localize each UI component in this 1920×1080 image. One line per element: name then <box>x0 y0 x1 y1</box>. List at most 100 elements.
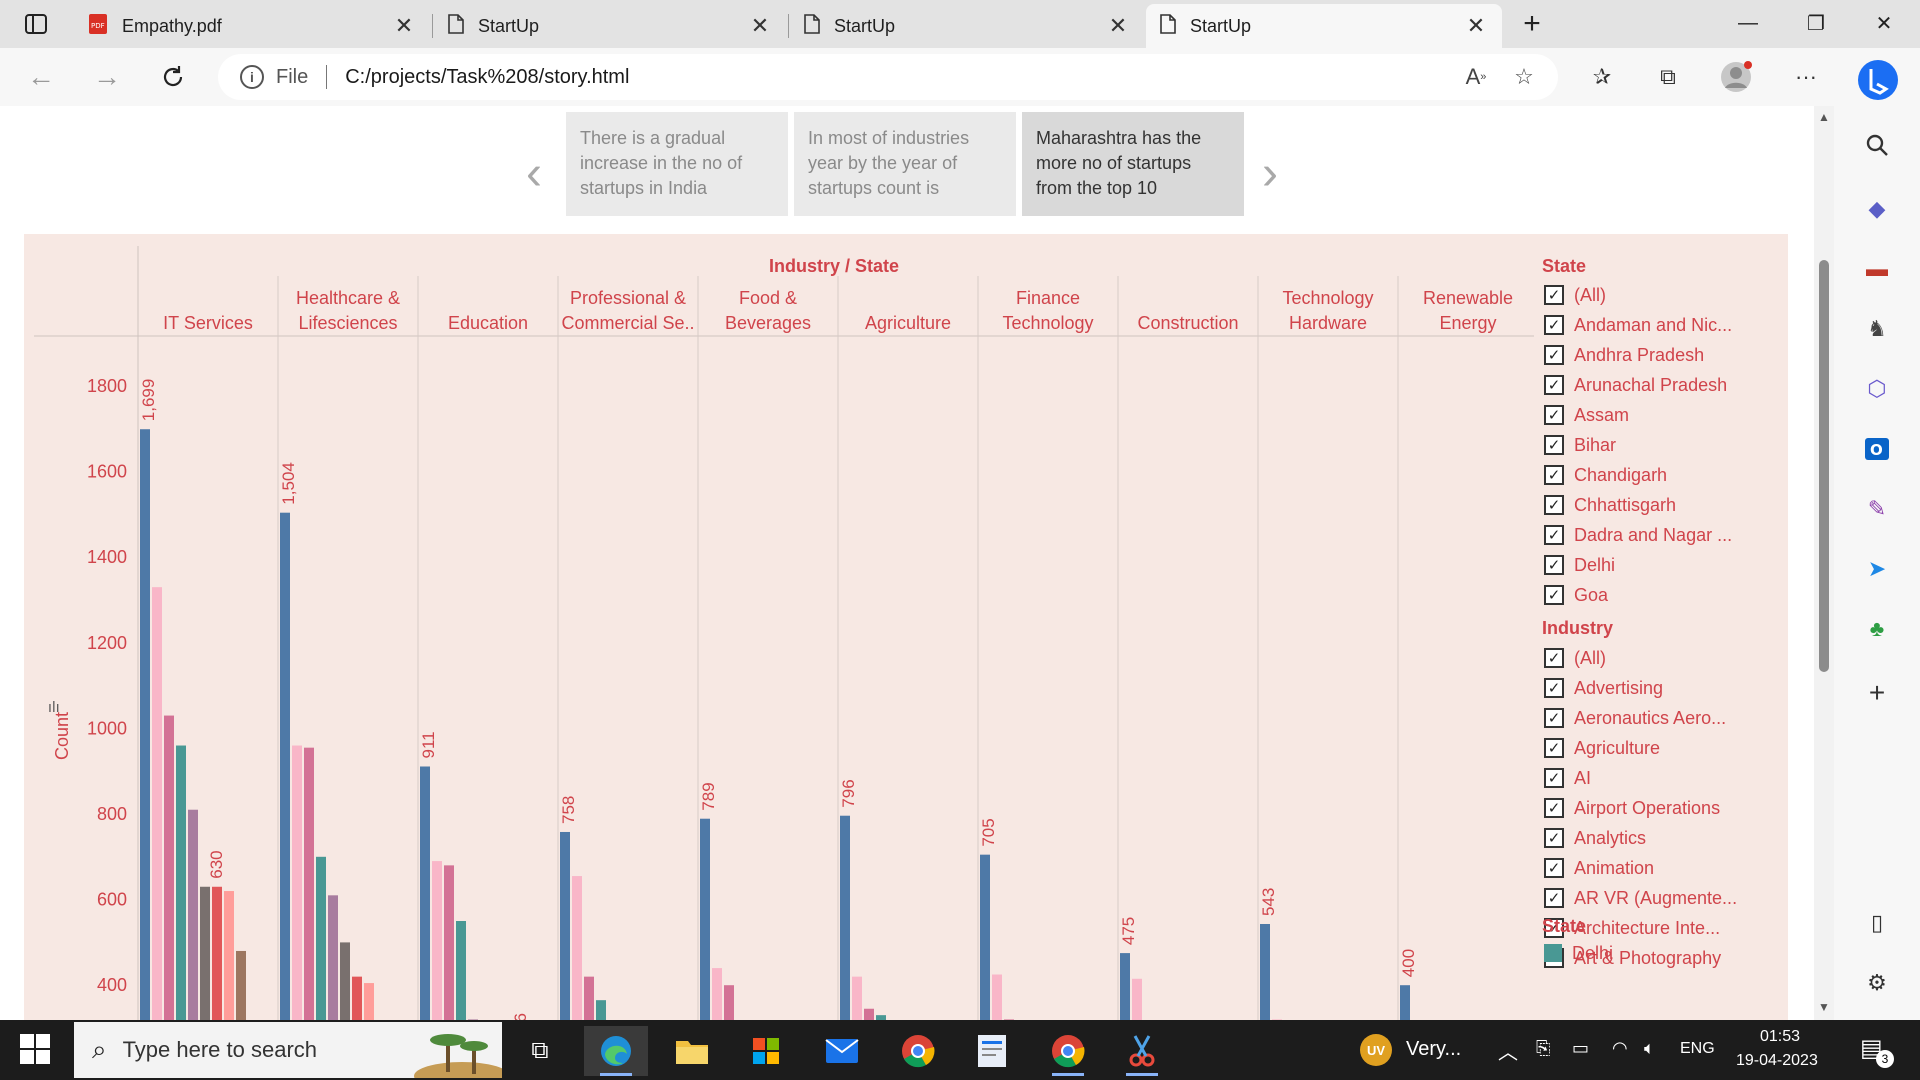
scroll-down-icon[interactable]: ▼ <box>1818 1000 1830 1014</box>
battery-icon[interactable]: ▭ <box>1572 1038 1589 1059</box>
story-point-3[interactable]: Maharashtra has the more no of startups … <box>1022 112 1244 216</box>
games-icon[interactable]: ♞ <box>1860 312 1894 346</box>
weather-avatar[interactable]: UV <box>1360 1034 1392 1066</box>
address-url[interactable]: C:/projects/Task%208/story.html <box>345 66 629 89</box>
tree-icon[interactable]: ♣ <box>1860 612 1894 646</box>
state-filter-item[interactable]: ✓ Andaman and Nic... <box>1544 310 1732 340</box>
checkbox-checked-icon[interactable]: ✓ <box>1544 678 1564 698</box>
back-button[interactable]: ← <box>20 56 62 98</box>
industry-filter-item[interactable]: ✓ Agriculture <box>1544 733 1660 763</box>
address-bar[interactable]: i File C:/projects/Task%208/story.html A… <box>218 54 1558 100</box>
checkbox-checked-icon[interactable]: ✓ <box>1544 375 1564 395</box>
checkbox-checked-icon[interactable]: ✓ <box>1544 648 1564 668</box>
page-scrollbar[interactable]: ▲ ▼ <box>1814 106 1834 1020</box>
state-filter-item[interactable]: ✓ Assam <box>1544 400 1629 430</box>
tab-startup-2[interactable]: StartUp ✕ <box>790 4 1144 48</box>
clock-time[interactable]: 01:53 <box>1760 1028 1800 1046</box>
snipping-tool-icon[interactable] <box>1110 1026 1174 1076</box>
collections-icon[interactable]: ⧉ <box>1646 56 1690 98</box>
add-sidebar-app-icon[interactable]: + <box>1860 676 1894 710</box>
story-next-icon[interactable]: › <box>1262 146 1278 201</box>
tray-chevron-icon[interactable]: ︿ <box>1498 1036 1518 1065</box>
story-point-1[interactable]: There is a gradual increase in the no of… <box>566 112 788 216</box>
state-filter-item[interactable]: ✓ Chandigarh <box>1544 460 1667 490</box>
chrome-profile-icon[interactable] <box>1036 1026 1100 1076</box>
state-filter-item[interactable]: ✓ Delhi <box>1544 550 1615 580</box>
language-indicator[interactable]: ENG <box>1680 1040 1715 1058</box>
industry-filter-item[interactable]: ✓ (All) <box>1544 643 1606 673</box>
checkbox-checked-icon[interactable]: ✓ <box>1544 525 1564 545</box>
checkbox-checked-icon[interactable]: ✓ <box>1544 768 1564 788</box>
checkbox-checked-icon[interactable]: ✓ <box>1544 828 1564 848</box>
close-icon[interactable]: ✕ <box>748 13 772 39</box>
scrollbar-thumb[interactable] <box>1819 260 1829 672</box>
outlook-icon[interactable]: O <box>1860 432 1894 466</box>
meet-now-icon[interactable]: ⎘ <box>1536 1038 1550 1059</box>
settings-gear-icon[interactable]: ⚙ <box>1860 966 1894 1000</box>
close-icon[interactable]: ✕ <box>1106 13 1130 39</box>
state-filter-item[interactable]: ✓ Goa <box>1544 580 1608 610</box>
file-explorer-icon[interactable] <box>660 1026 724 1076</box>
close-icon[interactable]: ✕ <box>392 13 416 39</box>
industry-filter-item[interactable]: ✓ AR VR (Augmente... <box>1544 883 1737 913</box>
industry-filter-item[interactable]: ✓ Aeronautics Aero... <box>1544 703 1726 733</box>
tools-briefcase-icon[interactable]: ▬ <box>1860 252 1894 286</box>
edge-taskbar-icon[interactable] <box>584 1026 648 1076</box>
shopping-tag-icon[interactable]: ◆ <box>1860 192 1894 226</box>
state-filter-item[interactable]: ✓ (All) <box>1544 280 1606 310</box>
windows-start-icon[interactable] <box>14 1034 56 1066</box>
new-tab-button[interactable]: + <box>1512 6 1552 42</box>
tab-startup-1[interactable]: StartUp ✕ <box>434 4 786 48</box>
industry-filter-item[interactable]: ✓ Advertising <box>1544 673 1663 703</box>
checkbox-checked-icon[interactable]: ✓ <box>1544 315 1564 335</box>
info-icon[interactable]: i <box>240 65 264 89</box>
state-filter-item[interactable]: ✓ Chhattisgarh <box>1544 490 1676 520</box>
checkbox-checked-icon[interactable]: ✓ <box>1544 555 1564 575</box>
minimize-button[interactable]: — <box>1714 0 1782 46</box>
favorites-icon[interactable]: ✰ <box>1580 56 1624 98</box>
send-icon[interactable]: ➤ <box>1860 552 1894 586</box>
checkbox-checked-icon[interactable]: ✓ <box>1544 495 1564 515</box>
checkbox-checked-icon[interactable]: ✓ <box>1544 345 1564 365</box>
taskbar-search-input[interactable]: ⌕ Type here to search <box>74 1022 502 1078</box>
industry-filter-item[interactable]: ✓ AI <box>1544 763 1591 793</box>
more-options-icon[interactable]: ··· <box>1784 56 1828 98</box>
checkbox-checked-icon[interactable]: ✓ <box>1544 405 1564 425</box>
designer-icon[interactable]: ✎ <box>1860 492 1894 526</box>
close-icon[interactable]: ✕ <box>1464 13 1488 39</box>
restore-button[interactable]: ❐ <box>1782 0 1850 46</box>
weather-text[interactable]: Very... <box>1406 1038 1461 1061</box>
tab-startup-active[interactable]: StartUp ✕ <box>1146 4 1502 48</box>
mail-icon[interactable] <box>810 1026 874 1076</box>
refresh-button[interactable] <box>152 56 194 98</box>
checkbox-checked-icon[interactable]: ✓ <box>1544 738 1564 758</box>
bing-icon[interactable] <box>1856 58 1900 102</box>
checkbox-checked-icon[interactable]: ✓ <box>1544 465 1564 485</box>
checkbox-checked-icon[interactable]: ✓ <box>1544 798 1564 818</box>
profile-avatar-icon[interactable] <box>1714 56 1758 98</box>
checkbox-checked-icon[interactable]: ✓ <box>1544 708 1564 728</box>
tab-actions-menu-icon[interactable] <box>16 8 56 40</box>
state-filter-item[interactable]: ✓ Arunachal Pradesh <box>1544 370 1727 400</box>
task-view-icon[interactable]: ⧉ <box>508 1026 572 1076</box>
forward-button[interactable]: → <box>86 56 128 98</box>
state-filter-item[interactable]: ✓ Bihar <box>1544 430 1616 460</box>
checkbox-checked-icon[interactable]: ✓ <box>1544 858 1564 878</box>
microsoft-365-icon[interactable]: ⬡ <box>1860 372 1894 406</box>
checkbox-checked-icon[interactable]: ✓ <box>1544 435 1564 455</box>
chrome-icon[interactable] <box>886 1026 950 1076</box>
industry-filter-item[interactable]: ✓ Animation <box>1544 853 1654 883</box>
checkbox-checked-icon[interactable]: ✓ <box>1544 285 1564 305</box>
checkbox-checked-icon[interactable]: ✓ <box>1544 888 1564 908</box>
industry-filter-item[interactable]: ✓ Analytics <box>1544 823 1646 853</box>
document-viewer-icon[interactable] <box>960 1026 1024 1076</box>
add-favorite-icon[interactable]: ☆ <box>1502 54 1546 100</box>
clock-date[interactable]: 19-04-2023 <box>1736 1052 1818 1070</box>
checkbox-checked-icon[interactable]: ✓ <box>1544 585 1564 605</box>
sidebar-toggle-icon[interactable]: ▯ <box>1860 906 1894 940</box>
wifi-icon[interactable]: ◠ <box>1612 1038 1628 1059</box>
close-window-button[interactable]: ✕ <box>1850 0 1918 46</box>
search-icon[interactable] <box>1860 128 1894 162</box>
tab-empathy-pdf[interactable]: PDF Empathy.pdf ✕ <box>74 4 430 48</box>
story-point-2[interactable]: In most of industries year by the year o… <box>794 112 1016 216</box>
